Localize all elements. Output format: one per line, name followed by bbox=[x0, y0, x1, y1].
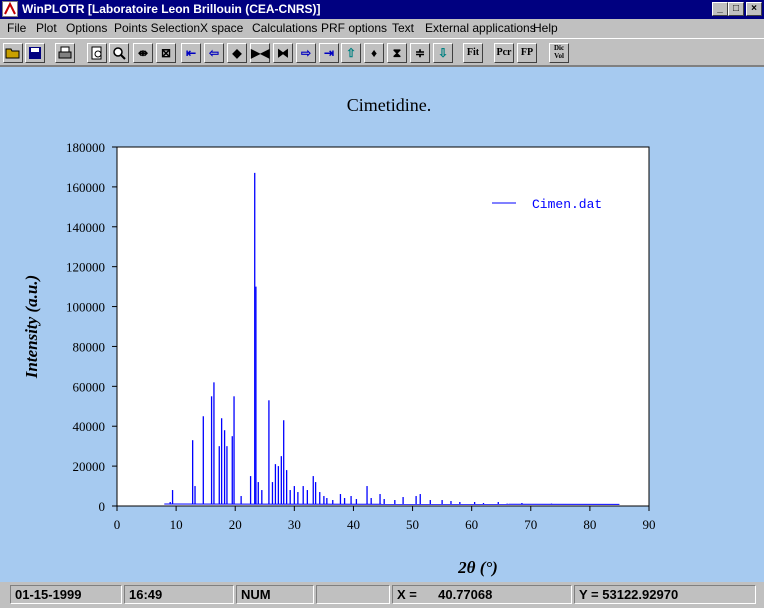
menu-external-applications[interactable]: External applications bbox=[425, 21, 536, 35]
title-bar: WinPLOTR [Laboratoire Leon Brillouin (CE… bbox=[0, 0, 764, 19]
status-y-value: 53122.92970 bbox=[602, 587, 679, 602]
fit-icon: ⊠ bbox=[160, 46, 172, 60]
y-tick-label: 40000 bbox=[73, 419, 106, 434]
save-button[interactable] bbox=[25, 43, 45, 63]
window-title: WinPLOTR [Laboratoire Leon Brillouin (CE… bbox=[22, 2, 321, 16]
zoom-page-icon bbox=[91, 46, 102, 60]
expand-x-button[interactable]: ⇼ bbox=[133, 43, 153, 63]
expand-x-icon: ⇼ bbox=[137, 46, 149, 60]
expand-lr-icon: ◆ bbox=[232, 46, 242, 60]
status-mode: NUM bbox=[236, 585, 314, 604]
maximize-button[interactable]: □ bbox=[728, 2, 744, 16]
y-tick-label: 120000 bbox=[66, 260, 105, 275]
down-arrow-button[interactable]: ⇩ bbox=[433, 43, 453, 63]
y-tick-label: 140000 bbox=[66, 220, 105, 235]
expand-up-icon: ≑ bbox=[414, 46, 426, 60]
save-icon bbox=[29, 47, 41, 59]
y-tick-label: 100000 bbox=[66, 300, 105, 315]
shrink-ud-button[interactable]: ⧗ bbox=[387, 43, 407, 63]
x-tick-label: 0 bbox=[114, 517, 121, 532]
chart[interactable]: Cimetidine. 0 20000 40000 60000 80000 100000 12… bbox=[0, 67, 764, 581]
plot-area[interactable]: Cimetidine. 0 20000 40000 60000 80000 100000 12… bbox=[0, 66, 764, 582]
shrink-left-icon: ▶◀ bbox=[251, 46, 270, 60]
zoom-page-button[interactable] bbox=[87, 43, 107, 63]
app-icon[interactable] bbox=[2, 1, 18, 17]
left-limit-button[interactable]: ⇤ bbox=[181, 43, 201, 63]
close-button[interactable]: × bbox=[746, 2, 762, 16]
right-limit-button[interactable]: ⇥ bbox=[319, 43, 339, 63]
y-tick-label: 180000 bbox=[66, 140, 105, 155]
y-tick-label: 80000 bbox=[73, 339, 106, 354]
shrink-ud-icon: ⧗ bbox=[392, 46, 402, 60]
minimize-button[interactable]: _ bbox=[712, 2, 728, 16]
legend-label: Cimen.dat bbox=[532, 197, 602, 212]
y-tick-label: 60000 bbox=[73, 379, 106, 394]
menu-x-space[interactable]: X space bbox=[200, 21, 243, 35]
status-date: 01-15-1999 bbox=[10, 585, 122, 604]
status-bar: 01-15-1999 16:49 NUM X = 40.77068 Y = 53… bbox=[0, 583, 764, 608]
menu-help[interactable]: Help bbox=[533, 21, 558, 35]
dicvol-button[interactable]: Dic Vol bbox=[549, 43, 569, 63]
fit-button[interactable]: ⊠ bbox=[156, 43, 176, 63]
toolbar: ⇼ ⊠ ⇤ ⇦ ◆ ▶◀ ⧓ ⇨ ⇥ ⇧ ♦ ⧗ ≑ ⇩ Fit Pcr FP … bbox=[0, 38, 764, 66]
status-y: Y = 53122.92970 bbox=[574, 585, 756, 604]
pcr-button[interactable]: Pcr bbox=[494, 43, 514, 63]
menu-text[interactable]: Text bbox=[392, 21, 414, 35]
menu-plot[interactable]: Plot bbox=[36, 21, 57, 35]
up-arrow-button[interactable]: ⇧ bbox=[341, 43, 361, 63]
status-x-label: X = bbox=[397, 587, 417, 602]
right-limit-icon: ⇥ bbox=[323, 46, 335, 60]
open-icon bbox=[5, 48, 20, 59]
print-button[interactable] bbox=[55, 43, 75, 63]
fp-button[interactable]: FP bbox=[517, 43, 537, 63]
menu-prf-options[interactable]: PRF options bbox=[321, 21, 387, 35]
x-tick-label: 70 bbox=[524, 517, 537, 532]
status-empty bbox=[316, 585, 390, 604]
x-tick-label: 40 bbox=[347, 517, 360, 532]
left-arrow-button[interactable]: ⇦ bbox=[204, 43, 224, 63]
down-arrow-icon: ⇩ bbox=[437, 46, 449, 60]
x-tick-label: 60 bbox=[465, 517, 478, 532]
right-arrow-button[interactable]: ⇨ bbox=[296, 43, 316, 63]
shrink-left-button[interactable]: ▶◀ bbox=[250, 43, 270, 63]
x-tick-label: 10 bbox=[170, 517, 183, 532]
up-arrow-icon: ⇧ bbox=[345, 46, 357, 60]
x-tick-label: 80 bbox=[583, 517, 596, 532]
y-axis-label: Intensity (a.u.) bbox=[22, 275, 41, 379]
menu-file[interactable]: File bbox=[7, 21, 26, 35]
shrink-lr-button[interactable]: ⧓ bbox=[273, 43, 293, 63]
shrink-lr-icon: ⧓ bbox=[277, 46, 289, 60]
fit-text-button[interactable]: Fit bbox=[463, 43, 483, 63]
expand-up-button[interactable]: ≑ bbox=[410, 43, 430, 63]
status-x: X = 40.77068 bbox=[392, 585, 572, 604]
print-icon bbox=[58, 46, 72, 59]
y-tick-label: 160000 bbox=[66, 180, 105, 195]
x-tick-label: 90 bbox=[643, 517, 656, 532]
menu-options[interactable]: Options bbox=[66, 21, 107, 35]
x-tick-label: 50 bbox=[406, 517, 419, 532]
left-arrow-icon: ⇦ bbox=[208, 46, 220, 60]
status-y-label: Y = bbox=[579, 587, 599, 602]
y-tick-label: 20000 bbox=[73, 459, 106, 474]
menu-calculations[interactable]: Calculations bbox=[252, 21, 317, 35]
chart-title: Cimetidine. bbox=[347, 95, 432, 115]
y-tick-label: 0 bbox=[99, 499, 106, 514]
menu-points-selection[interactable]: Points Selection bbox=[114, 21, 200, 35]
x-tick-label: 20 bbox=[229, 517, 242, 532]
status-time: 16:49 bbox=[124, 585, 234, 604]
status-x-value: 40.77068 bbox=[438, 587, 493, 602]
right-arrow-icon: ⇨ bbox=[300, 46, 312, 60]
expand-ud-button[interactable]: ♦ bbox=[364, 43, 384, 63]
expand-ud-icon: ♦ bbox=[370, 46, 378, 60]
zoom-icon bbox=[113, 47, 126, 60]
menu-bar: File Plot Options Points Selection X spa… bbox=[0, 19, 764, 37]
zoom-button[interactable] bbox=[109, 43, 129, 63]
expand-lr-button[interactable]: ◆ bbox=[227, 43, 247, 63]
x-tick-label: 30 bbox=[288, 517, 301, 532]
open-button[interactable] bbox=[3, 43, 23, 63]
x-axis-label: 2θ (°) bbox=[457, 558, 498, 577]
left-limit-icon: ⇤ bbox=[185, 46, 197, 60]
